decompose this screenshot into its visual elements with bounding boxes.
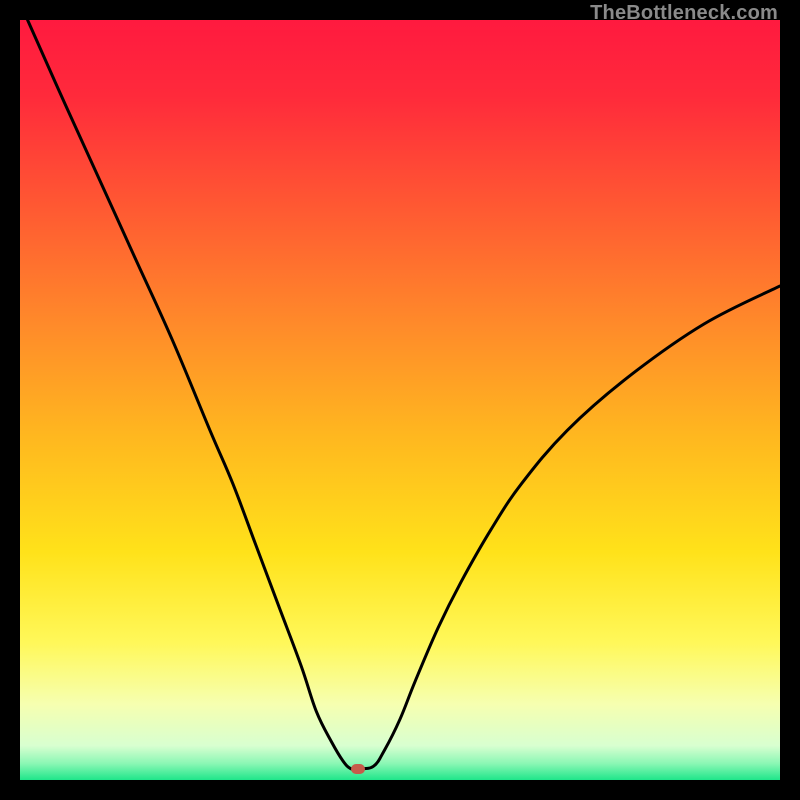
plot-area — [20, 20, 780, 780]
optimal-point-marker — [351, 764, 365, 774]
bottleneck-curve — [20, 20, 780, 780]
chart-frame: TheBottleneck.com — [0, 0, 800, 800]
